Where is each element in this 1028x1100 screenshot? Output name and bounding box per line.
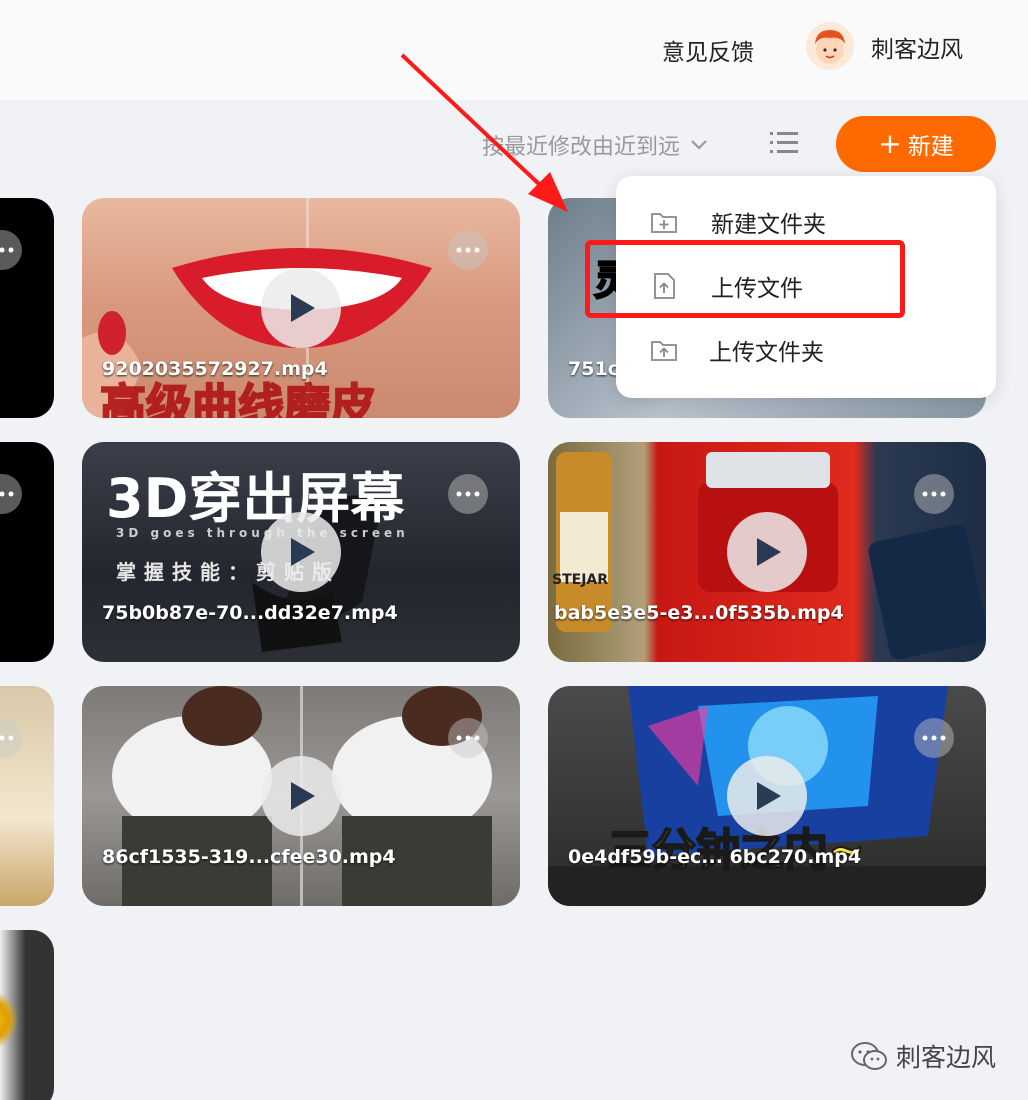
annotation-arrow: [400, 53, 568, 212]
watermark: 刺客边风: [850, 1038, 996, 1074]
wechat-icon: [851, 1042, 887, 1070]
watermark-text: 刺客边风: [896, 1043, 997, 1072]
